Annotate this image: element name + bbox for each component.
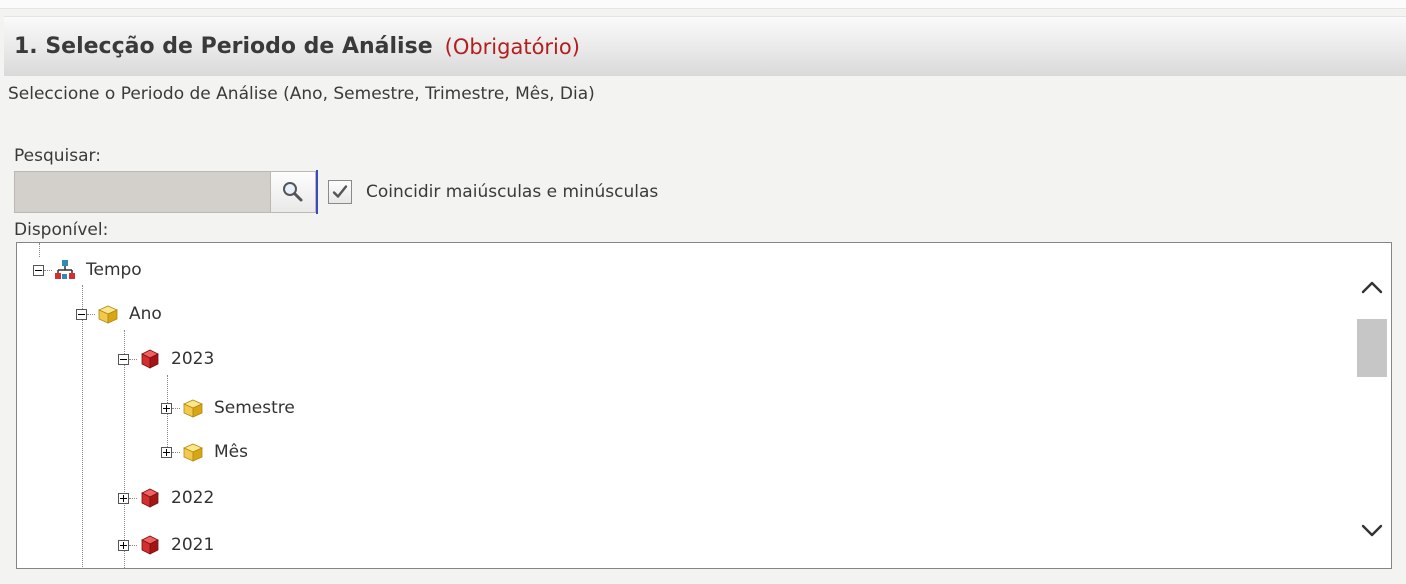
- tree-dash: [129, 497, 137, 499]
- tree-node-label: Mês: [214, 442, 248, 462]
- search-label: Pesquisar:: [14, 146, 101, 166]
- hierarchy-icon: [55, 260, 75, 279]
- tree-node-2021[interactable]: 2021: [118, 530, 214, 560]
- checkmark-icon: [332, 185, 348, 198]
- scroll-down-button[interactable]: [1360, 519, 1384, 543]
- tree-node-2022[interactable]: 2022: [118, 483, 214, 513]
- red-cube-icon: [141, 488, 159, 508]
- tree-node-tempo[interactable]: Tempo: [33, 255, 142, 285]
- expand-icon[interactable]: [161, 446, 172, 458]
- scroll-up-button[interactable]: [1360, 275, 1384, 299]
- tree-dash: [129, 544, 137, 546]
- yellow-cube-icon: [183, 443, 203, 462]
- available-tree[interactable]: Tempo Ano 2023 Semestre Mês 2022 2021: [16, 242, 1392, 569]
- expand-icon[interactable]: [161, 402, 172, 414]
- scrollbar-thumb[interactable]: [1357, 319, 1387, 377]
- red-cube-icon: [141, 535, 159, 555]
- tree-node-mes[interactable]: Mês: [161, 437, 248, 467]
- tree-dash: [87, 313, 95, 315]
- tree-node-label: 2023: [171, 349, 215, 369]
- tree-node-label: Ano: [129, 304, 162, 324]
- section-title: 1. Selecção de Periodo de Análise: [14, 34, 433, 59]
- match-case-label: Coincidir maiúsculas e minúsculas: [366, 182, 659, 202]
- chevron-down-icon: [1361, 524, 1383, 537]
- red-cube-icon: [141, 349, 159, 369]
- tree-dash: [44, 269, 52, 271]
- tree-node-label: Tempo: [86, 260, 142, 280]
- tree-dash: [172, 407, 180, 409]
- required-tag: (Obrigatório): [444, 34, 580, 59]
- tree-node-ano[interactable]: Ano: [76, 299, 162, 329]
- vertical-scrollbar[interactable]: [1353, 243, 1391, 568]
- search-row: Coincidir maiúsculas e minúsculas: [14, 170, 658, 214]
- section-instruction: Seleccione o Periodo de Análise (Ano, Se…: [8, 84, 595, 104]
- collapse-icon[interactable]: [33, 264, 44, 276]
- available-label: Disponível:: [14, 220, 109, 240]
- expand-icon[interactable]: [118, 539, 129, 551]
- chevron-up-icon: [1361, 281, 1383, 294]
- tree-node-2023[interactable]: 2023: [118, 344, 214, 374]
- yellow-cube-icon: [98, 305, 118, 324]
- tree-dash: [172, 451, 180, 453]
- section-header: 1. Selecção de Periodo de Análise (Obrig…: [4, 16, 1406, 76]
- tree-node-label: 2021: [171, 535, 215, 555]
- magnifier-icon: [283, 182, 303, 202]
- yellow-cube-icon: [183, 399, 203, 418]
- match-case-checkbox[interactable]: [328, 180, 352, 204]
- tree-node-label: Semestre: [214, 398, 295, 418]
- search-button[interactable]: [270, 171, 316, 213]
- top-border: [0, 0, 1406, 9]
- tree-dash: [129, 358, 137, 360]
- tree-node-semestre[interactable]: Semestre: [161, 393, 295, 423]
- focus-indicator: [316, 170, 318, 214]
- expand-icon[interactable]: [118, 492, 129, 504]
- collapse-icon[interactable]: [118, 353, 129, 365]
- tree-node-label: 2022: [171, 488, 215, 508]
- search-input[interactable]: [14, 171, 270, 213]
- collapse-icon[interactable]: [76, 308, 87, 320]
